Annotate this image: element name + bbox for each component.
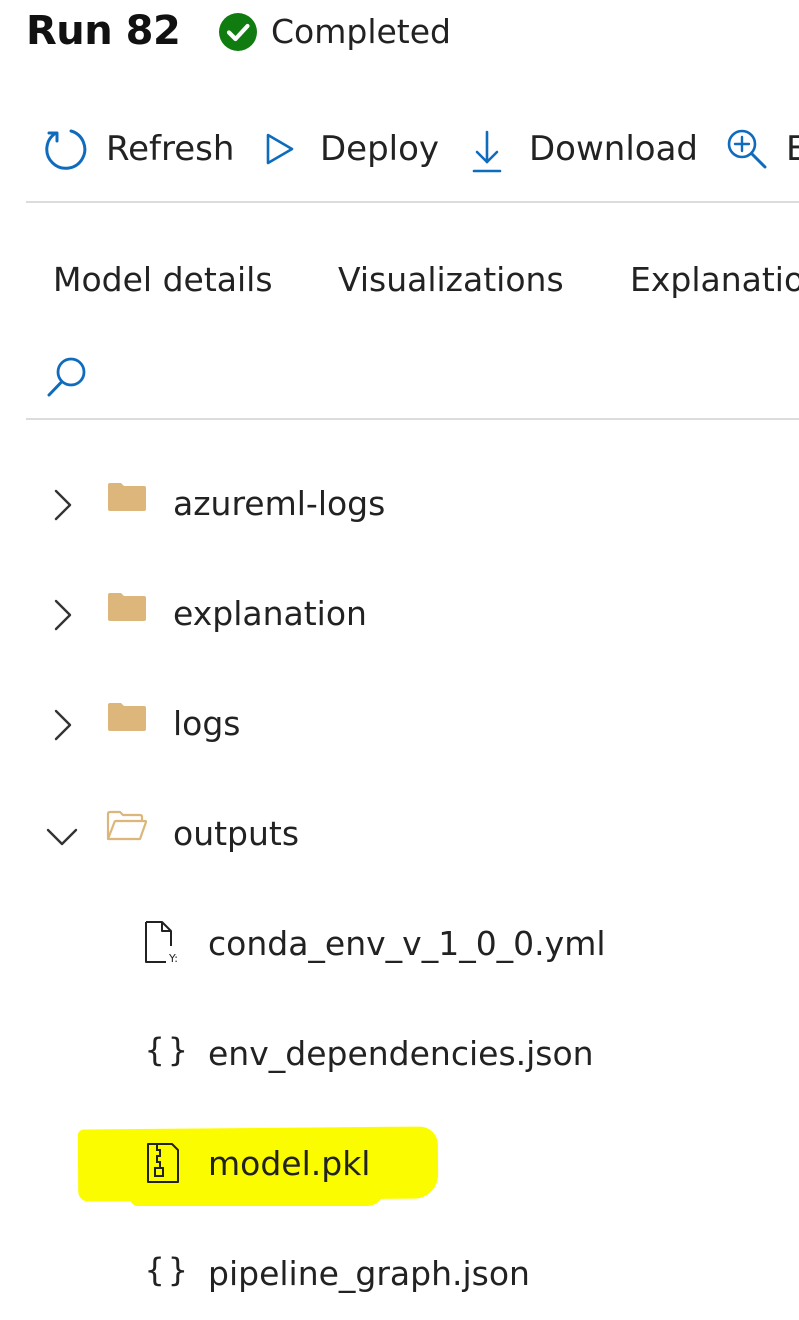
json-braces-icon: {} xyxy=(145,1031,192,1069)
folder-label: logs xyxy=(173,704,241,743)
folder-row-azureml-logs[interactable]: azureml-logs xyxy=(0,460,799,550)
download-icon xyxy=(472,130,502,173)
refresh-label: Refresh xyxy=(106,129,235,169)
status-text: Completed xyxy=(271,12,451,51)
chevron-right-icon[interactable] xyxy=(48,488,78,522)
run-header: Run 82 Completed xyxy=(0,0,799,70)
check-circle-icon xyxy=(219,13,257,51)
chevron-down-icon[interactable] xyxy=(45,822,79,852)
deploy-button[interactable]: Deploy xyxy=(262,120,442,180)
search-divider xyxy=(26,418,799,420)
download-label: Download xyxy=(529,129,699,169)
refresh-icon xyxy=(45,129,87,170)
explain-button[interactable]: E xyxy=(724,120,799,180)
file-row-env-dependencies[interactable]: {} env_dependencies.json xyxy=(0,1010,799,1100)
zip-file-icon xyxy=(147,1143,179,1183)
file-row-pipeline-graph[interactable]: {} pipeline_graph.json xyxy=(0,1230,799,1320)
folder-label: azureml-logs xyxy=(173,484,386,523)
file-label: model.pkl xyxy=(208,1144,371,1183)
chevron-right-icon[interactable] xyxy=(48,708,78,742)
play-icon xyxy=(266,133,294,165)
folder-icon xyxy=(108,703,146,731)
search-icon[interactable] xyxy=(44,352,92,400)
file-row-conda-env[interactable]: Y: conda_env_v_1_0_0.yml xyxy=(0,900,799,990)
download-button[interactable]: Download xyxy=(470,120,700,180)
folder-row-explanation[interactable]: explanation xyxy=(0,570,799,660)
folder-row-outputs[interactable]: outputs xyxy=(0,790,799,880)
file-label: conda_env_v_1_0_0.yml xyxy=(208,924,606,963)
tab-model-details[interactable]: Model details xyxy=(53,258,273,302)
file-row-model-pkl[interactable]: model.pkl xyxy=(0,1120,799,1210)
tab-explanation[interactable]: Explanation xyxy=(630,258,799,302)
file-label: env_dependencies.json xyxy=(208,1034,594,1073)
folder-row-logs[interactable]: logs xyxy=(0,680,799,770)
json-braces-icon: {} xyxy=(145,1251,192,1289)
tab-visualizations[interactable]: Visualizations xyxy=(338,258,564,302)
open-folder-icon xyxy=(106,810,148,841)
folder-icon xyxy=(108,593,146,621)
yaml-file-icon: Y: xyxy=(145,921,178,965)
svg-text:Y:: Y: xyxy=(168,952,178,965)
tab-bar: Model details Visualizations Explanation xyxy=(0,250,799,310)
command-toolbar: Refresh Deploy Download E xyxy=(0,120,799,180)
toolbar-divider xyxy=(26,201,799,203)
deploy-label: Deploy xyxy=(320,129,440,169)
folder-label: explanation xyxy=(173,594,367,633)
file-label: pipeline_graph.json xyxy=(208,1254,530,1293)
zoom-in-icon xyxy=(727,129,767,169)
run-title: Run 82 xyxy=(26,8,181,54)
refresh-button[interactable]: Refresh xyxy=(42,120,235,180)
explain-label: E xyxy=(786,129,799,169)
folder-label: outputs xyxy=(173,814,300,853)
chevron-right-icon[interactable] xyxy=(48,598,78,632)
folder-icon xyxy=(108,483,146,511)
